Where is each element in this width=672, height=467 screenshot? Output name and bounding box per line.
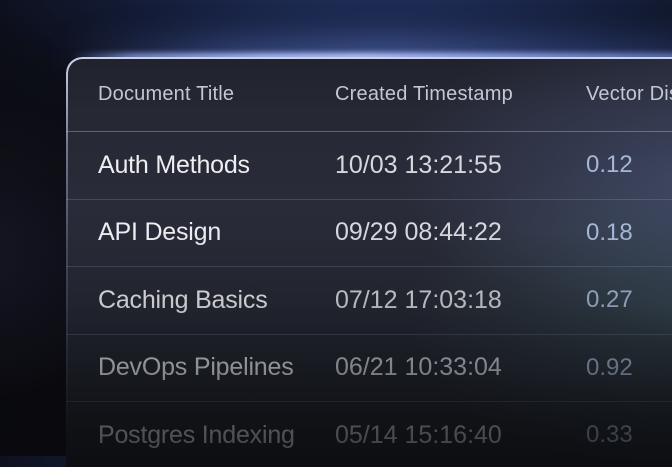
column-header-vector-distance: Vector Distance [586, 83, 672, 106]
column-header-document-title: Document Title [98, 83, 335, 106]
cell-vector-distance: 0.92 [586, 354, 672, 382]
cell-vector-distance: 0.18 [586, 219, 672, 247]
cell-document-title: DevOps Pipelines [98, 353, 335, 382]
hero-background: { "table": { "headers": ["Document Title… [0, 0, 672, 456]
cell-created-timestamp: 05/14 15:16:40 [335, 421, 586, 450]
cell-created-timestamp: 06/21 10:33:04 [335, 353, 586, 382]
table-row[interactable]: Caching Basics 07/12 17:03:18 0.27 [66, 267, 672, 335]
documents-table-panel: Document Title Created Timestamp Vector … [66, 57, 672, 467]
table-row[interactable]: Auth Methods 10/03 13:21:55 0.12 [66, 132, 672, 200]
cell-document-title: Caching Basics [98, 286, 335, 315]
cell-vector-distance: 0.12 [586, 151, 672, 179]
table-row[interactable]: Postgres Indexing 05/14 15:16:40 0.33 [66, 402, 672, 467]
table-header-row: Document Title Created Timestamp Vector … [66, 57, 672, 132]
table-row[interactable]: API Design 09/29 08:44:22 0.18 [66, 200, 672, 268]
cell-created-timestamp: 10/03 13:21:55 [335, 151, 586, 180]
cell-created-timestamp: 07/12 17:03:18 [335, 286, 586, 315]
column-header-created-timestamp: Created Timestamp [335, 83, 586, 106]
cell-vector-distance: 0.27 [586, 286, 672, 314]
cell-created-timestamp: 09/29 08:44:22 [335, 218, 586, 247]
cell-document-title: Auth Methods [98, 151, 335, 180]
cell-document-title: Postgres Indexing [98, 421, 335, 450]
cell-document-title: API Design [98, 218, 335, 247]
cell-vector-distance: 0.33 [586, 421, 672, 449]
table-row[interactable]: DevOps Pipelines 06/21 10:33:04 0.92 [66, 335, 672, 403]
